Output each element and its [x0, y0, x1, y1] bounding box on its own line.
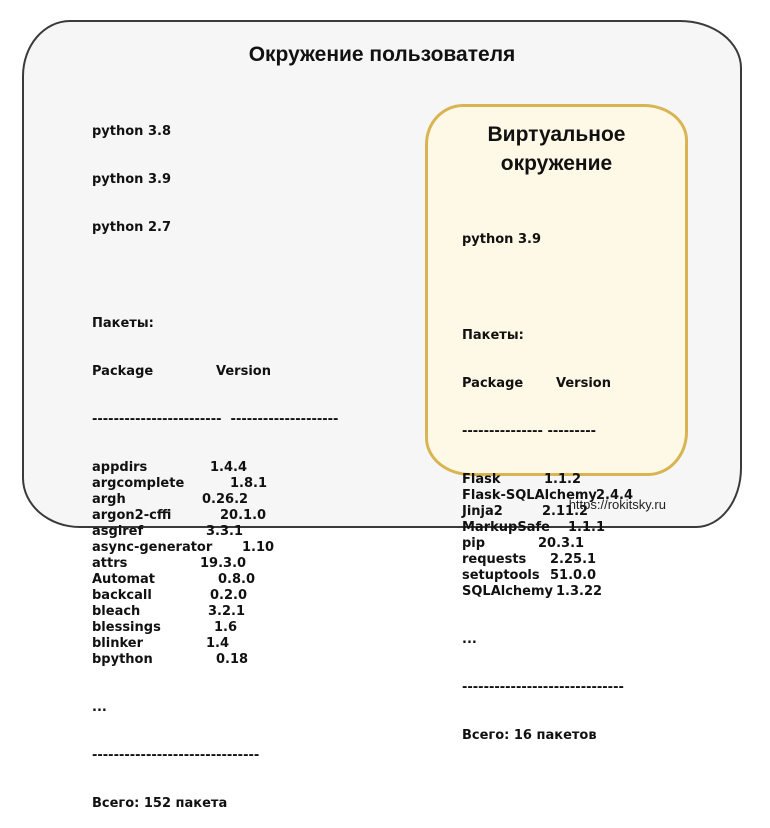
package-version: 1.1.1: [568, 520, 606, 535]
python-version: python 2.7: [92, 220, 171, 235]
package-total: Всего: 16 пакетов: [462, 728, 597, 743]
package-row: asgiref 3.3.1: [92, 524, 362, 540]
virtual-environment-content: python 3.9 Пакеты: Package Version -----…: [462, 200, 662, 760]
package-name: Jinja2: [462, 504, 503, 519]
package-version: 1.4: [206, 636, 230, 651]
package-version: 20.1.0: [220, 508, 267, 523]
package-version: 3.3.1: [206, 524, 244, 539]
package-header-row: Package Version: [462, 376, 662, 392]
package-name: MarkupSafe: [462, 520, 550, 535]
package-total: Всего: 152 пакета: [92, 796, 228, 811]
package-name: attrs: [92, 556, 128, 571]
package-version: 19.3.0: [200, 556, 247, 571]
package-row: SQLAlchemy 1.3.22: [462, 584, 662, 600]
column-package-header: Package: [462, 376, 524, 391]
separator: ------------------------ ---------------…: [92, 412, 339, 427]
packages-heading: Пакеты:: [462, 328, 524, 343]
separator: --------------- ---------: [462, 424, 597, 439]
package-name: appdirs: [92, 460, 148, 475]
package-name: pip: [462, 536, 486, 551]
package-name: blinker: [92, 636, 143, 651]
package-version: 0.8.0: [218, 572, 256, 587]
package-version: 0.18: [216, 652, 249, 667]
virtual-environment-title: Виртуальное окружение: [425, 120, 688, 178]
package-version: 1.4.4: [210, 460, 248, 475]
package-row: argh 0.26.2: [92, 492, 362, 508]
column-version-header: Version: [556, 376, 611, 391]
package-list: Flask 1.1.2 Flask-SQLAlchemy 2.4.4 Jinja2 2.1…: [462, 472, 662, 600]
package-list: appdirs 1.4.4 argcomplete 1.8.1 argh 0.26.2 ar…: [92, 460, 362, 668]
separator: ------------------------------: [462, 680, 624, 695]
python-version: python 3.8: [92, 124, 171, 139]
package-header-row: Package Version: [92, 364, 362, 380]
package-row: argon2-cffi 20.1.0: [92, 508, 362, 524]
package-row: pip 20.3.1: [462, 536, 662, 552]
package-row: blinker 1.4: [92, 636, 362, 652]
package-version: 1.1.2: [544, 472, 582, 487]
package-name: argcomplete: [92, 476, 185, 491]
package-version: 1.8.1: [230, 476, 268, 491]
ellipsis: ...: [92, 700, 107, 715]
package-version: 0.26.2: [202, 492, 249, 507]
package-row: backcall 0.2.0: [92, 588, 362, 604]
package-row: async-generator 1.10: [92, 540, 362, 556]
package-version: 20.3.1: [538, 536, 585, 551]
package-name: bpython: [92, 652, 153, 667]
package-name: async-generator: [92, 540, 213, 555]
venv-title-line: окружение: [500, 152, 613, 175]
package-name: setuptools: [462, 568, 540, 583]
package-name: Flask: [462, 472, 501, 487]
package-row: MarkupSafe 1.1.1: [462, 520, 662, 536]
python-version: python 3.9: [462, 232, 541, 247]
package-row: setuptools 51.0.0: [462, 568, 662, 584]
user-environment-title: Окружение пользователя: [248, 43, 516, 66]
column-package-header: Package: [92, 364, 154, 379]
package-name: argon2-cffi: [92, 508, 172, 523]
package-name: argh: [92, 492, 126, 507]
site-link[interactable]: https://rokitsky.ru: [569, 497, 666, 512]
package-row: Flask 1.1.2: [462, 472, 662, 488]
package-name: blessings: [92, 620, 161, 635]
package-version: 51.0.0: [550, 568, 597, 583]
column-version-header: Version: [216, 364, 271, 379]
package-version: 1.3.22: [556, 584, 603, 599]
package-name: requests: [462, 552, 527, 567]
package-version: 1.6: [214, 620, 238, 635]
package-version: 1.10: [242, 540, 275, 555]
package-version: 0.2.0: [210, 588, 248, 603]
package-name: backcall: [92, 588, 152, 603]
package-row: Automat 0.8.0: [92, 572, 362, 588]
package-row: bpython 0.18: [92, 652, 362, 668]
package-name: asgiref: [92, 524, 144, 539]
package-version: 3.2.1: [208, 604, 246, 619]
package-name: Automat: [92, 572, 155, 587]
ellipsis: ...: [462, 632, 477, 647]
package-name: bleach: [92, 604, 141, 619]
packages-heading: Пакеты:: [92, 316, 154, 331]
package-name: SQLAlchemy: [462, 584, 554, 599]
venv-title-line: Виртуальное: [487, 123, 626, 146]
separator: -------------------------------: [92, 748, 260, 763]
package-row: requests 2.25.1: [462, 552, 662, 568]
user-environment-content: python 3.8 python 3.9 python 2.7 Пакеты:…: [92, 92, 362, 828]
package-row: blessings 1.6: [92, 620, 362, 636]
package-version: 2.25.1: [550, 552, 597, 567]
python-version: python 3.9: [92, 172, 171, 187]
package-row: attrs 19.3.0: [92, 556, 362, 572]
package-row: bleach 3.2.1: [92, 604, 362, 620]
package-row: argcomplete 1.8.1: [92, 476, 362, 492]
package-row: appdirs 1.4.4: [92, 460, 362, 476]
